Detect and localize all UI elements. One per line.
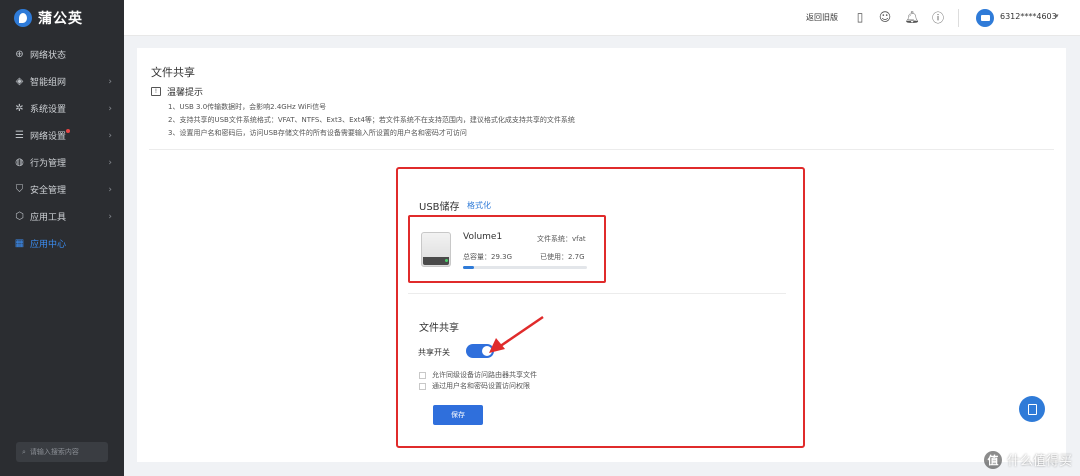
file-system-label: 文件系统：vfat xyxy=(537,235,586,243)
usb-storage-title: USB储存 xyxy=(419,202,460,213)
volume-name: Volume1 xyxy=(463,232,503,242)
feedback-fab-button[interactable] xyxy=(1019,396,1045,422)
network-icon: ◈ xyxy=(15,76,24,87)
chevron-right-icon: › xyxy=(108,130,112,141)
behavior-icon: ◍ xyxy=(15,157,24,168)
sidebar-item-label: 智能组网 xyxy=(30,78,67,88)
notice-icon: ! xyxy=(151,87,161,96)
share-switch-label: 共享开关 xyxy=(418,348,450,357)
divider xyxy=(408,293,786,294)
sidebar-item-behavior-management[interactable]: ◍ 行为管理 › xyxy=(0,149,124,176)
watermark: 值 什么值得买 xyxy=(983,450,1072,469)
user-avatar[interactable] xyxy=(976,9,994,27)
tool-icon: ⬡ xyxy=(15,211,24,222)
sliders-icon: ☰ xyxy=(15,130,24,141)
globe-icon: ⊕ xyxy=(15,49,24,60)
tips-title: 温馨提示 xyxy=(167,88,204,98)
page-title: 文件共享 xyxy=(151,66,195,79)
total-capacity-label: 总容量：29.3G xyxy=(463,253,513,261)
used-capacity-label: 已使用：2.7G xyxy=(540,253,585,261)
tips-header: ! 温馨提示 xyxy=(151,85,203,98)
app-logo[interactable]: 蒲公英 xyxy=(0,0,124,36)
sidebar-nav: ⊕ 网络状态 ◈ 智能组网 › ✲ 系统设置 › ☰ 网络设置 › ◍ 行为管理… xyxy=(0,41,124,257)
sidebar-item-label: 应用中心 xyxy=(30,240,67,250)
help-icon[interactable]: ⓘ xyxy=(931,10,945,25)
sidebar-item-label: 应用工具 xyxy=(30,213,67,223)
back-to-old-version-link[interactable]: 返回旧版 xyxy=(806,12,838,23)
shield-icon: ⛉ xyxy=(15,184,24,195)
chevron-right-icon: › xyxy=(108,184,112,195)
sidebar-item-app-center[interactable]: ▦ 应用中心 xyxy=(0,230,124,257)
sidebar-item-network-settings[interactable]: ☰ 网络设置 › xyxy=(0,122,124,149)
file-share-title: 文件共享 xyxy=(419,323,459,334)
edit-document-icon xyxy=(1027,403,1037,415)
sidebar-item-app-tools[interactable]: ⬡ 应用工具 › xyxy=(0,203,124,230)
format-link[interactable]: 格式化 xyxy=(467,200,491,211)
usage-progress-bar xyxy=(463,266,587,269)
notification-dot xyxy=(66,129,70,133)
robot-icon[interactable]: ☺ xyxy=(878,10,892,24)
search-icon: ⌕ xyxy=(22,447,26,456)
sidebar: 蒲公英 ⊕ 网络状态 ◈ 智能组网 › ✲ 系统设置 › ☰ 网络设置 › ◍ … xyxy=(0,0,124,476)
tip-line: 3、设置用户名和密码后，访问USB存储文件的所有设备需要输入所设置的用户名和密码… xyxy=(168,129,467,137)
sidebar-item-security-management[interactable]: ⛉ 安全管理 › xyxy=(0,176,124,203)
mobile-phone-icon[interactable]: ▯ xyxy=(853,10,867,24)
checkbox[interactable] xyxy=(419,382,426,390)
option-allow-lan-access[interactable]: 允许同级设备访问路由器共享文件 xyxy=(419,370,537,380)
app-logo-text: 蒲公英 xyxy=(38,11,83,27)
divider xyxy=(149,149,1054,150)
sidebar-item-label: 安全管理 xyxy=(30,186,67,196)
disk-led-icon xyxy=(445,259,448,262)
save-button[interactable]: 保存 xyxy=(433,405,483,425)
dandelion-logo-icon xyxy=(14,9,32,27)
sidebar-item-label: 系统设置 xyxy=(30,105,67,115)
bell-icon[interactable]: 🔔︎ xyxy=(904,10,919,24)
sidebar-search-input[interactable]: ⌕ 请输入搜索内容 xyxy=(16,442,108,462)
main-card: 文件共享 ! 温馨提示 1、USB 3.0传输数据时，会影响2.4GHz WiF… xyxy=(137,48,1066,462)
annotation-arrow-icon xyxy=(489,315,544,353)
sidebar-item-network-status[interactable]: ⊕ 网络状态 xyxy=(0,41,124,68)
tip-line: 2、支持共享的USB文件系统格式：VFAT、NTFS、Ext3、Ext4等；若文… xyxy=(168,116,575,124)
chevron-right-icon: › xyxy=(108,211,112,222)
chevron-right-icon: › xyxy=(108,157,112,168)
user-id[interactable]: 6312****4603 xyxy=(1000,12,1057,21)
grid-icon: ▦ xyxy=(14,238,25,249)
chevron-down-icon[interactable]: ▾ xyxy=(1055,12,1059,20)
tip-line: 1、USB 3.0传输数据时，会影响2.4GHz WiFi信号 xyxy=(168,103,327,111)
option-password-access[interactable]: 通过用户名和密码设置访问权限 xyxy=(419,381,530,391)
option-label: 允许同级设备访问路由器共享文件 xyxy=(432,371,537,379)
top-divider xyxy=(958,9,959,27)
sidebar-item-smart-network[interactable]: ◈ 智能组网 › xyxy=(0,68,124,95)
sidebar-item-system-settings[interactable]: ✲ 系统设置 › xyxy=(0,95,124,122)
watermark-text: 什么值得买 xyxy=(1006,454,1072,469)
chevron-right-icon: › xyxy=(108,76,112,87)
option-label: 通过用户名和密码设置访问权限 xyxy=(432,382,530,390)
gear-icon: ✲ xyxy=(15,103,24,114)
checkbox[interactable] xyxy=(419,371,426,379)
usage-progress-fill xyxy=(463,266,475,269)
chevron-right-icon: › xyxy=(108,103,112,114)
sidebar-item-label: 网络状态 xyxy=(30,51,67,61)
sidebar-item-label: 行为管理 xyxy=(30,159,67,169)
search-placeholder: 请输入搜索内容 xyxy=(29,448,79,456)
watermark-logo-icon: 值 xyxy=(983,450,1002,469)
top-bar: 返回旧版 ▯ ☺ 🔔︎ ⓘ 6312****4603 ▾ xyxy=(124,0,1080,36)
